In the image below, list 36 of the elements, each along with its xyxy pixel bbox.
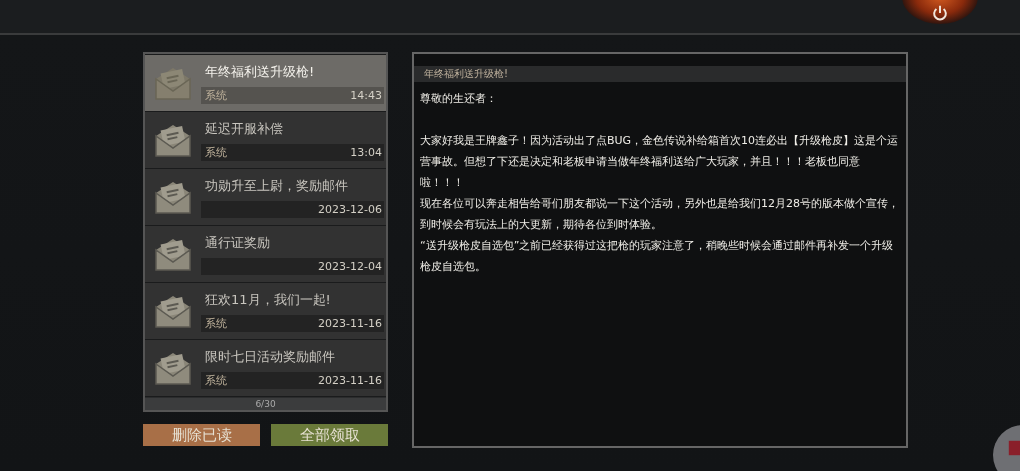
mail-item[interactable]: 限时七日活动奖励邮件 系统 2023-11-16 bbox=[145, 340, 386, 396]
mail-time: 14:43 bbox=[350, 88, 382, 102]
mail-count: 6/30 bbox=[145, 398, 386, 410]
mail-item[interactable]: 年终福利送升级枪! 系统 14:43 bbox=[145, 55, 386, 111]
envelope-icon bbox=[153, 236, 193, 272]
envelope-icon bbox=[153, 179, 193, 215]
mail-time: 2023-12-06 bbox=[318, 202, 382, 216]
mail-sender: 系统 bbox=[205, 87, 227, 103]
mail-title: 限时七日活动奖励邮件 bbox=[204, 347, 336, 366]
message-paragraph: 大家好我是王牌鑫子！因为活动出了点BUG，金色传说补给箱首次10连必出【升级枪皮】这是个运营事故。但想了下还是决定和老板申请当做年终福利送给广大玩家，并且！！！老板也同意啦！！！ bbox=[419, 133, 900, 191]
power-icon bbox=[931, 4, 949, 22]
message-title: 年终福利送升级枪! bbox=[414, 66, 906, 82]
mail-title: 年终福利送升级枪! bbox=[204, 62, 316, 81]
mail-item[interactable]: 狂欢11月，我们一起! 系统 2023-11-16 bbox=[145, 283, 386, 339]
mail-sender: 系统 bbox=[205, 315, 227, 331]
mail-title: 功勋升至上尉，奖励邮件 bbox=[204, 176, 349, 195]
mail-time: 2023-12-04 bbox=[318, 259, 382, 273]
envelope-icon bbox=[153, 122, 193, 158]
message-greeting: 尊敬的生还者： bbox=[419, 91, 498, 107]
mail-sender: 系统 bbox=[205, 144, 227, 160]
mail-title: 通行证奖励 bbox=[204, 233, 271, 252]
message-paragraph: 现在各位可以奔走相告给哥们朋友都说一下这个活动，另外也是给我们12月28号的版本做个宣传，到时候会有玩法上的大更新，期待各位到时体验。 bbox=[419, 196, 900, 233]
mail-title: 延迟开服补偿 bbox=[204, 119, 284, 138]
mail-item[interactable]: 功勋升至上尉，奖励邮件 2023-12-06 bbox=[145, 169, 386, 225]
mail-item[interactable]: 延迟开服补偿 系统 13:04 bbox=[145, 112, 386, 168]
message-paragraph: “送升级枪皮自选包”之前已经获得过这把枪的玩家注意了，稍晚些时候会通过邮件再补发一个升级枪皮自选包。 bbox=[419, 238, 895, 275]
envelope-icon bbox=[153, 293, 193, 329]
mail-item[interactable]: 通行证奖励 2023-12-04 bbox=[145, 226, 386, 282]
envelope-icon bbox=[153, 350, 193, 386]
mail-time: 2023-11-16 bbox=[318, 316, 382, 330]
claim-all-button[interactable]: 全部领取 bbox=[271, 424, 388, 446]
mail-title: 狂欢11月，我们一起! bbox=[204, 290, 332, 309]
mail-time: 2023-11-16 bbox=[318, 373, 382, 387]
envelope-icon bbox=[153, 65, 193, 101]
mail-sender: 系统 bbox=[205, 372, 227, 388]
mail-time: 13:04 bbox=[350, 145, 382, 159]
